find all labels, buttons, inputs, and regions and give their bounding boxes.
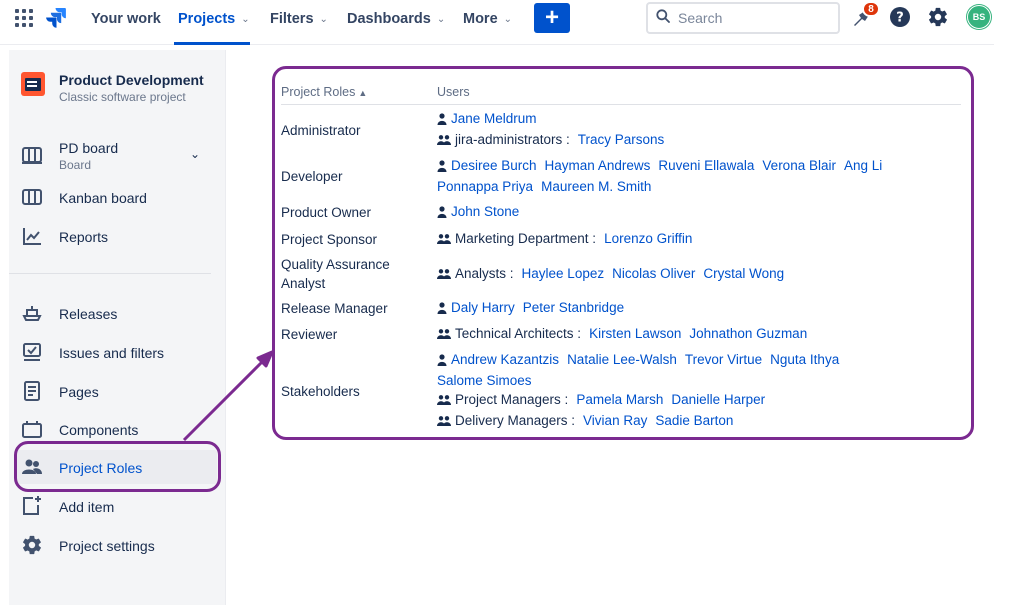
help-icon[interactable]: ? (889, 6, 911, 28)
sidebar-item-releases[interactable]: Releases (21, 303, 117, 325)
chevron-down-icon: ⌄ (436, 13, 446, 25)
add-item-icon (21, 495, 43, 520)
sidebar-item-kanban-board[interactable]: Kanban board (21, 187, 147, 209)
settings-gear-icon[interactable] (927, 6, 949, 28)
app-switcher-icon[interactable] (14, 8, 34, 28)
sidebar-item-project-settings[interactable]: Project settings (21, 535, 155, 557)
sidebar-divider (9, 273, 211, 274)
sidebar-item-label: Releases (59, 306, 118, 322)
sidebar-item-label: Project settings (59, 538, 155, 554)
highlight-box-roles-table (272, 66, 974, 440)
gear-icon (21, 534, 43, 559)
page-icon (21, 380, 43, 405)
project-avatar-icon (21, 72, 45, 96)
search-icon (656, 8, 670, 28)
project-sidebar: Product Development Classic software pro… (9, 50, 226, 605)
jira-logo-icon[interactable] (45, 6, 67, 30)
issues-icon (21, 341, 43, 366)
active-tab-indicator (174, 42, 250, 45)
sidebar-item-label: Pages (59, 384, 99, 400)
sidebar-item-components[interactable]: Components (21, 419, 138, 441)
sidebar-item-reports[interactable]: Reports (21, 226, 108, 248)
sidebar-item-label: Reports (59, 229, 109, 245)
nav-more[interactable]: More ⌄ (463, 9, 512, 29)
sidebar-item-label: Components (59, 422, 139, 438)
nav-projects[interactable]: Projects ⌄ (178, 9, 250, 29)
svg-text:?: ? (896, 11, 904, 26)
sidebar-item-label: PD board (59, 140, 119, 156)
reports-icon (21, 225, 43, 250)
highlight-box-project-roles (14, 441, 221, 492)
sidebar-item-issues-and-filters[interactable]: Issues and filters (21, 342, 164, 364)
nav-filters[interactable]: Filters ⌄ (270, 9, 328, 29)
sidebar-item-label: Add item (59, 499, 115, 515)
top-navigation: Your work Projects ⌄ Filters ⌄ Dashboard… (0, 0, 994, 45)
sidebar-item-label: Kanban board (59, 190, 147, 206)
sidebar-item-add-item[interactable]: Add item (21, 495, 115, 520)
chevron-down-icon: ⌄ (503, 13, 513, 25)
sidebar-item-label: Issues and filters (59, 345, 165, 361)
search-input[interactable] (678, 10, 818, 26)
nav-dashboards[interactable]: Dashboards ⌄ (347, 9, 445, 29)
avatar[interactable]: BS (967, 5, 991, 29)
project-type: Classic software project (59, 90, 186, 104)
search-box[interactable] (646, 2, 840, 34)
components-icon (21, 418, 43, 443)
board-icon (21, 144, 43, 169)
chevron-down-icon: ⌄ (241, 13, 250, 25)
chevron-down-icon[interactable]: ⌄ (190, 147, 200, 161)
chevron-down-icon: ⌄ (319, 13, 328, 25)
ship-icon (21, 302, 43, 327)
project-header[interactable]: Product Development Classic software pro… (21, 72, 204, 104)
notification-badge: 8 (862, 1, 880, 17)
create-button[interactable]: + (534, 3, 570, 33)
project-name: Product Development (59, 72, 204, 88)
sidebar-item-sublabel: Board (59, 158, 92, 172)
kanban-icon (21, 186, 43, 211)
sidebar-item-pages[interactable]: Pages (21, 380, 99, 405)
sidebar-item-pd-board[interactable]: PD board Board (21, 137, 118, 175)
nav-your-work[interactable]: Your work (91, 9, 161, 29)
